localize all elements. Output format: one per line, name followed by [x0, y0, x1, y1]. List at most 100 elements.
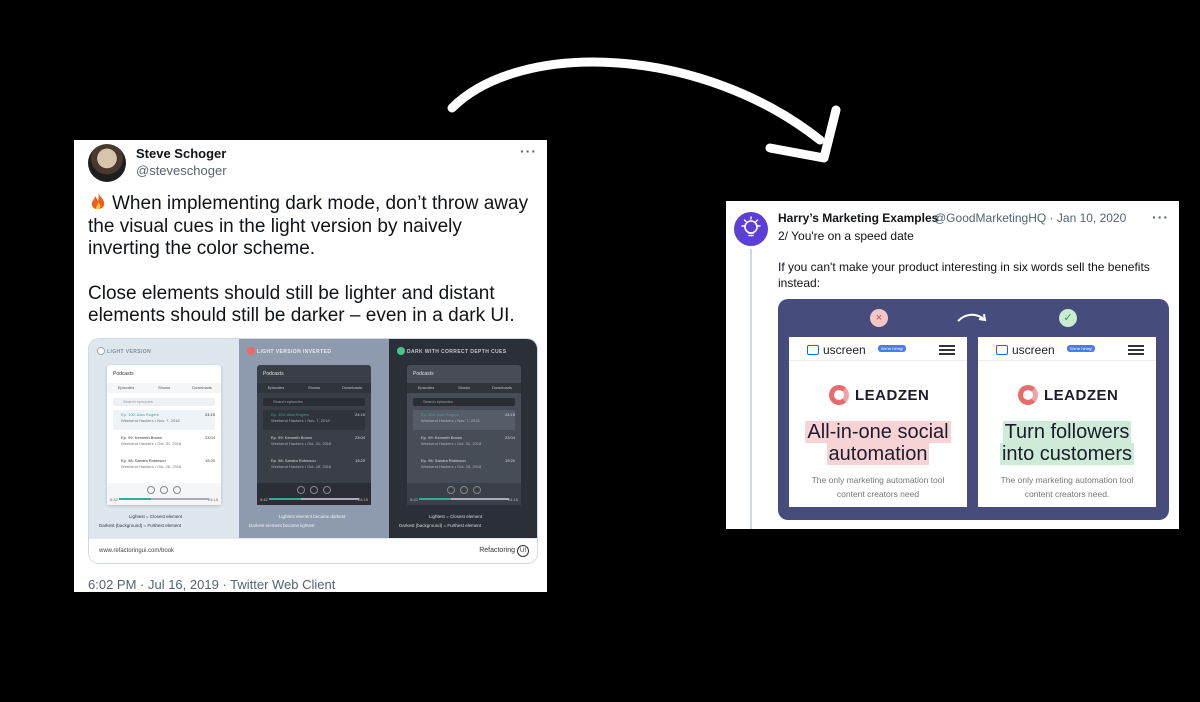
light-bulb-icon [97, 347, 105, 355]
mock-player: 5:42 24:15 [257, 483, 371, 505]
panel-title: LIGHT VERSION INVERTED [257, 349, 332, 355]
mock-row-sub: Weekend Hackers • Oct. 31, 2018 [121, 441, 182, 446]
uscreen-logo: uscreen [996, 343, 1055, 357]
forward-icon [173, 486, 181, 494]
footer-brand-text: Refactoring [479, 547, 515, 554]
avatar[interactable] [88, 144, 126, 182]
ad-subtext-line-2: content creators need. [1024, 489, 1110, 499]
author-handle[interactable]: @steveschoger [136, 163, 227, 178]
mock-row-sub: Weekend Hackers • Oct. 31, 2018 [421, 441, 482, 446]
leadzen-logo: LEADZEN [1018, 385, 1118, 405]
lightbulb-icon [741, 216, 761, 237]
mock-search: Search episodes [263, 398, 365, 406]
ad-headline: All-in-one social automation [789, 421, 967, 465]
legend-furthest: Darkest (background) = Furthest element [399, 523, 482, 528]
mock-time-end: 24:15 [507, 497, 518, 502]
ad-subtext-line-1: The only marketing automation tool [811, 475, 945, 485]
menu-icon [939, 345, 955, 355]
mock-row: Ep. 98: Sandra Robinson Weekend Hackers … [263, 456, 365, 476]
mock-tab: Episodes [417, 385, 435, 390]
panel-title: DARK WITH CORRECT DEPTH CUES [407, 349, 507, 355]
mock-row-title: Ep. 98: Sandra Robinson [121, 458, 166, 463]
mock-player: 5:42 24:15 [407, 483, 521, 505]
ad-bad-example: uscreen We're hiring! LEADZEN All-in-one… [789, 337, 967, 507]
footer-brand: Refactoring UI [479, 545, 529, 557]
mock-row: Ep. 99: Kenneth Brown Weekend Hackers • … [263, 433, 365, 453]
mock-row-sub: Weekend Hackers • Nov. 7, 2018 [421, 418, 480, 423]
mock-tab: Shows [307, 385, 320, 390]
mock-row-title: Ep. 99: Kenneth Brown [421, 435, 463, 440]
more-options-icon[interactable]: ··· [1152, 210, 1169, 224]
mock-tab: Downloads [192, 385, 212, 390]
mock-row-sub: Weekend Hackers • Nov. 7, 2018 [121, 418, 180, 423]
leadzen-logo-icon [829, 385, 849, 405]
mock-time-start: 5:42 [260, 497, 268, 502]
pause-icon [460, 486, 468, 494]
mock-tab: Shows [457, 385, 470, 390]
mock-row: Ep. 100: Alan Rogers Weekend Hackers • N… [113, 410, 215, 430]
mock-row: Ep. 98: Sandra Robinson Weekend Hackers … [413, 456, 515, 476]
leadzen-logo-text: LEADZEN [855, 387, 930, 404]
ad-good-example: uscreen We're hiring! LEADZEN Turn follo… [978, 337, 1156, 507]
tweet-timestamp[interactable]: 6:02 PM · Jul 16, 2019 · Twitter Web Cli… [88, 577, 335, 592]
mock-tab: Downloads [492, 385, 512, 390]
check-icon [397, 347, 405, 355]
screen-icon [996, 345, 1008, 355]
tweet-card: Harry’s Marketing Examples @GoodMarketin… [726, 201, 1179, 529]
mock-row-duration: 24:15 [504, 412, 515, 417]
author-name[interactable]: Harry’s Marketing Examples [778, 211, 938, 225]
check-icon: ✓ [1059, 309, 1077, 327]
mock-tabs: Episodes Shows Downloads [407, 383, 521, 393]
ad-subtext: The only marketing automation tool conte… [789, 473, 967, 501]
hiring-badge: We're hiring! [878, 345, 907, 352]
mock-tab: Episodes [267, 385, 285, 390]
footer-url: www.refactoringui.com/book [99, 548, 175, 554]
mock-row-sub: Weekend Hackers • Nov. 7, 2018 [271, 418, 330, 423]
mock-row: Ep. 98: Sandra Robinson Weekend Hackers … [113, 456, 215, 476]
pause-icon [310, 486, 318, 494]
leadzen-logo-text: LEADZEN [1044, 387, 1119, 404]
panel-inverted: LIGHT VERSION INVERTED Podcasts Episodes… [239, 339, 389, 538]
leadzen-logo-icon [1018, 385, 1038, 405]
app-mockup: Podcasts Episodes Shows Downloads Search… [257, 365, 371, 505]
mock-row-title: Ep. 99: Kenneth Brown [271, 435, 313, 440]
ad-header: uscreen We're hiring! [789, 337, 967, 361]
mock-row-title: Ep. 100: Alan Rogers [121, 412, 159, 417]
mock-row-duration: 19:20 [504, 458, 515, 463]
mock-time-start: 5:42 [110, 497, 118, 502]
ad-headline: Turn followers into customers [978, 421, 1156, 465]
mock-tab: Downloads [342, 385, 362, 390]
tweet-paragraph-1: When implementing dark mode, don’t throw… [88, 193, 529, 259]
mock-row-duration: 24:15 [204, 412, 215, 417]
mock-row: Ep. 100: Alan Rogers Weekend Hackers • N… [263, 410, 365, 430]
image-footer: www.refactoringui.com/book Refactoring UI [89, 538, 537, 563]
tweet-image[interactable]: × ✓ uscreen We're hiring! LEADZEN All-in… [778, 299, 1169, 520]
mock-row-duration: 19:20 [204, 458, 215, 463]
uscreen-logo-text: uscreen [1012, 343, 1055, 357]
mock-title: Podcasts [413, 371, 434, 377]
cross-icon: × [870, 309, 888, 327]
avatar[interactable] [734, 212, 768, 246]
mock-title: Podcasts [263, 371, 284, 377]
mock-row-duration: 24:15 [354, 412, 365, 417]
tweet-image[interactable]: LIGHT VERSION Podcasts Episodes Shows Do… [88, 338, 538, 564]
mock-row-title: Ep. 99: Kenneth Brown [121, 435, 163, 440]
author-name[interactable]: Steve Schoger [136, 146, 226, 161]
mock-row-duration: 23:04 [204, 435, 215, 440]
mock-row-title: Ep. 98: Sandra Robinson [271, 458, 316, 463]
tweet-paragraph-2: Close elements should still be lighter a… [88, 282, 515, 327]
more-options-icon[interactable]: ··· [520, 144, 537, 158]
mock-time-start: 5:42 [410, 497, 418, 502]
mock-row: Ep. 99: Kenneth Brown Weekend Hackers • … [413, 433, 515, 453]
leadzen-logo: LEADZEN [829, 385, 929, 405]
screen-icon [807, 345, 819, 355]
legend-closest: Lightest = Closest element [429, 514, 483, 519]
rewind-icon [447, 486, 455, 494]
legend-furthest: Darkest (background) = Furthest element [99, 523, 182, 528]
uscreen-logo-text: uscreen [823, 343, 866, 357]
mock-tab: Episodes [117, 385, 135, 390]
mock-search: Search episodes [413, 398, 515, 406]
forward-icon [323, 486, 331, 494]
author-handle-date[interactable]: @GoodMarketingHQ · Jan 10, 2020 [934, 211, 1126, 225]
rewind-icon [147, 486, 155, 494]
